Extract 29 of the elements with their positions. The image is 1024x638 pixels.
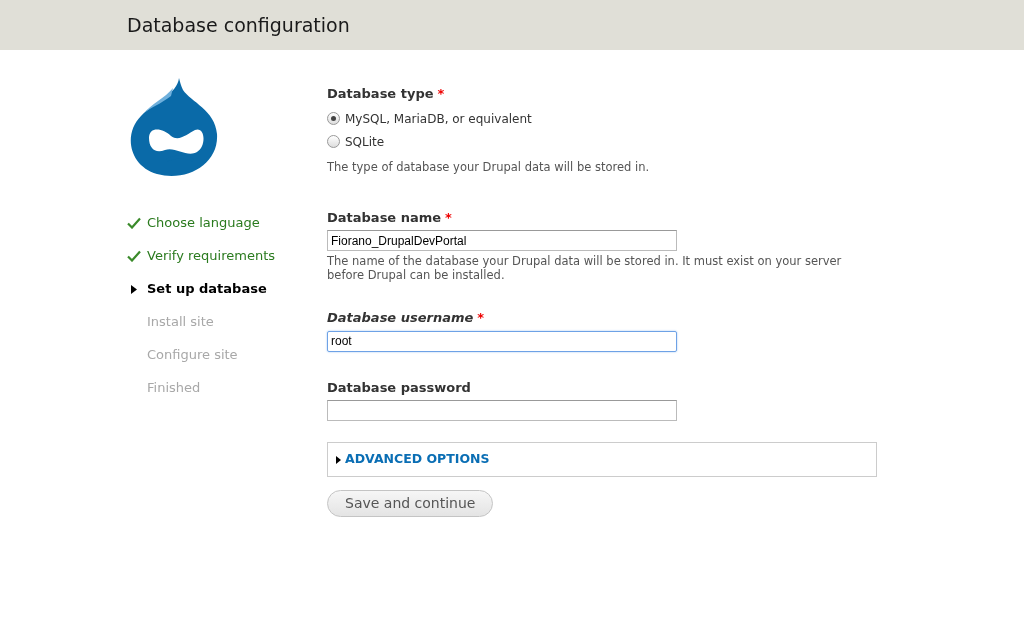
field-label: Database password <box>327 378 471 397</box>
radio-button[interactable] <box>327 112 340 125</box>
field-label: Database type <box>327 85 434 103</box>
field-label: Database name <box>327 208 442 227</box>
caret-icon <box>336 455 341 464</box>
required-mark: * <box>437 85 445 103</box>
required-mark: * <box>445 208 452 227</box>
triangle-icon <box>131 284 137 294</box>
radio-label: MySQL, MariaDB, or equivalent <box>345 110 532 128</box>
checkmark-icon <box>127 217 141 229</box>
step-label: Configure site <box>147 346 238 365</box>
text-input[interactable]: root <box>327 330 677 352</box>
field-label: Database username <box>327 309 474 328</box>
text-input[interactable] <box>327 400 677 422</box>
advanced-options-toggle[interactable]: ADVANCED OPTIONS <box>336 450 490 470</box>
checkmark-icon <box>127 250 141 262</box>
save-button[interactable]: Save and continue <box>327 490 494 518</box>
radio-label: SQLite <box>345 133 385 151</box>
step-label: Install site <box>147 313 214 332</box>
step-label: Finished <box>147 379 201 398</box>
step-label: Choose language <box>147 214 260 233</box>
page-title: Database configuration <box>127 12 350 38</box>
text-input[interactable]: Fiorano_DrupalDevPortal <box>327 230 677 252</box>
field-description: The name of the database your Drupal data will be stored in. It must exist on your server before Drupal can be installed. <box>327 254 843 283</box>
step-label: Set up database <box>147 280 267 299</box>
required-mark: * <box>477 309 485 328</box>
step-label: Verify requirements <box>147 247 275 266</box>
field-description: The type of database your Drupal data will be stored in. <box>327 158 651 176</box>
radio-button[interactable] <box>327 135 340 148</box>
